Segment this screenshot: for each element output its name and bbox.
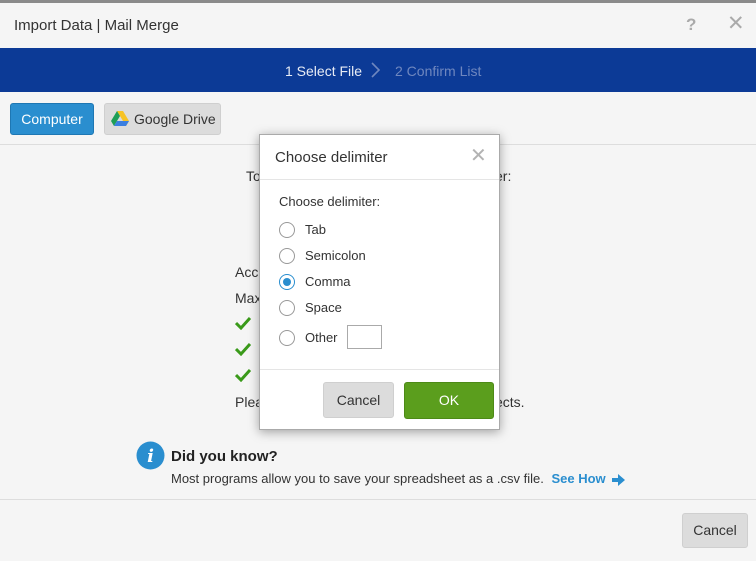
option-label: Other [305,330,338,345]
google-drive-icon [111,111,129,126]
step-bar: 1 Select File 2 Confirm List [0,48,756,92]
other-delimiter-input[interactable] [347,325,382,349]
see-how-label: See How [551,471,606,486]
see-how-link[interactable]: See How [551,471,626,486]
checkmark-icon [235,316,251,330]
did-you-know-body: Most programs allow you to save your spr… [171,471,544,486]
modal-title: Choose delimiter [275,149,388,166]
did-you-know-title: Did you know? [171,448,278,465]
did-you-know-panel: i Did you know? Most programs allow you … [136,439,676,491]
delimiter-label: Choose delimiter: [279,194,381,209]
did-you-know-text: Most programs allow you to save your spr… [171,471,626,486]
help-icon[interactable]: ? [686,15,696,35]
window-title: Import Data | Mail Merge [14,17,179,34]
radio-button[interactable] [279,248,295,264]
close-icon[interactable]: ✕ [727,13,745,35]
close-icon[interactable]: ✕ [470,146,487,166]
radio-button-checked[interactable] [279,274,295,290]
chevron-right-icon [371,62,381,78]
modal-footer: Cancel OK [260,369,499,429]
option-label: Tab [305,222,326,237]
title-bar: Import Data | Mail Merge ? ✕ [0,3,756,48]
max-text: Max [235,290,262,306]
arrow-right-icon [612,473,626,486]
checkmark-icon [235,342,251,356]
checkmark-icon [235,368,251,382]
radio-button[interactable] [279,330,295,346]
modal-cancel-button[interactable]: Cancel [323,382,394,418]
radio-button[interactable] [279,300,295,316]
option-label: Semicolon [305,248,366,263]
computer-button[interactable]: Computer [10,103,94,135]
step-select-file: 1 Select File [285,63,363,79]
choose-delimiter-modal: Choose delimiter ✕ Choose delimiter: Tab… [259,134,500,430]
google-drive-button[interactable]: Google Drive [104,103,221,135]
google-drive-label: Google Drive [134,111,216,127]
step-confirm-list: 2 Confirm List [395,63,482,79]
dialog-footer: Cancel [0,499,756,561]
option-label: Space [305,300,342,315]
option-label: Comma [305,274,351,289]
ok-button[interactable]: OK [404,382,494,419]
modal-header: Choose delimiter ✕ [260,135,499,180]
radio-button[interactable] [279,222,295,238]
info-icon: i [136,441,165,470]
accepted-text: Acc [235,264,259,280]
cancel-button[interactable]: Cancel [682,513,748,548]
svg-text:i: i [147,446,154,467]
